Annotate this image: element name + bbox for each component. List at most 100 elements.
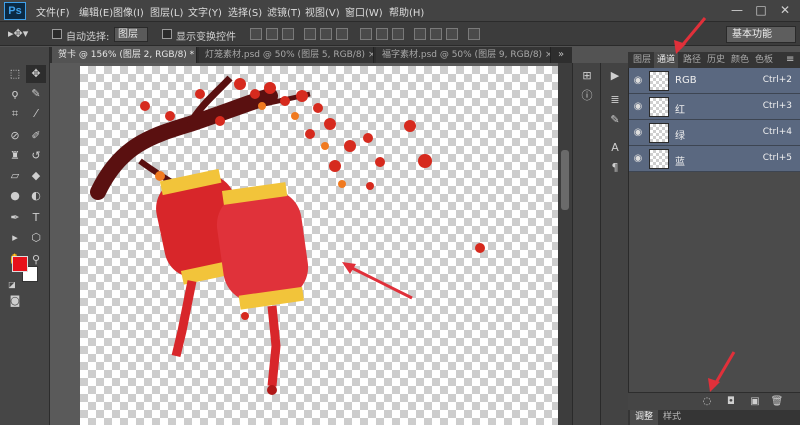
brush-presets-icon[interactable]: ✎ (605, 111, 625, 129)
history-brush-tool-icon[interactable]: ↺ (26, 147, 46, 165)
save-selection-as-channel-icon[interactable]: ◘ (724, 396, 738, 408)
close-tab-icon[interactable]: × (545, 50, 550, 60)
character-icon[interactable]: A (605, 139, 625, 157)
crop-tool-icon[interactable]: ⌗ (5, 105, 25, 123)
bottom-panel-tab-bar: 调整 样式 (628, 410, 800, 425)
tab-history[interactable]: 历史 (704, 52, 728, 68)
maximize-icon[interactable]: □ (750, 2, 772, 18)
menu-view[interactable]: 视图(V) (305, 4, 340, 19)
channel-row-red[interactable]: ◉ 红 Ctrl+3 (629, 94, 800, 120)
menu-type[interactable]: 文字(Y) (188, 4, 222, 19)
channel-row-rgb[interactable]: ◉ RGB Ctrl+2 (629, 68, 800, 94)
dodge-tool-icon[interactable]: ◐ (26, 187, 46, 205)
align-top-icon[interactable] (250, 28, 262, 40)
type-tool-icon[interactable]: T (26, 209, 46, 227)
distribute-right-icon[interactable] (446, 28, 458, 40)
quick-mask-icon[interactable]: ◙ (5, 292, 25, 310)
doc-tab-fu-character[interactable]: 福字素材.psd @ 50% (图层 9, RGB/8) × (376, 47, 551, 63)
info-icon[interactable]: ⓘ (577, 87, 597, 105)
load-channel-as-selection-icon[interactable]: ◌ (700, 396, 714, 408)
channel-row-green[interactable]: ◉ 绿 Ctrl+4 (629, 120, 800, 146)
doc-tab-title: 福字素材.psd @ 50% (图层 9, RGB/8) (382, 50, 543, 60)
align-vcenter-icon[interactable] (266, 28, 278, 40)
menu-window[interactable]: 窗口(W) (345, 4, 383, 19)
distribute-hcenter-icon[interactable] (430, 28, 442, 40)
move-tool-icon[interactable]: ✥ (26, 65, 46, 83)
menu-help[interactable]: 帮助(H) (389, 4, 424, 19)
tab-adjustments[interactable]: 调整 (630, 410, 659, 425)
menu-image[interactable]: 图像(I) (113, 4, 144, 19)
auto-align-icon[interactable] (468, 28, 480, 40)
close-icon[interactable]: ✕ (774, 2, 796, 18)
workspace-dropdown[interactable]: 基本功能 (726, 26, 796, 43)
vertical-scrollbar-thumb[interactable] (561, 150, 569, 210)
distribute-left-icon[interactable] (414, 28, 426, 40)
foreground-color-swatch[interactable] (12, 256, 28, 272)
close-tab-icon[interactable]: × (368, 50, 373, 60)
pen-tool-icon[interactable]: ✒ (5, 209, 25, 227)
move-tool-preset-icon[interactable]: ▸✥▾ (8, 27, 28, 40)
align-hcenter-icon[interactable] (320, 28, 332, 40)
visibility-eye-icon[interactable]: ◉ (632, 75, 644, 87)
minimize-icon[interactable]: — (726, 2, 748, 18)
lasso-tool-icon[interactable]: ϙ (5, 85, 25, 103)
document-canvas[interactable] (80, 66, 558, 425)
tab-color[interactable]: 颜色 (728, 52, 752, 68)
distribute-vcenter-icon[interactable] (376, 28, 388, 40)
doc-tab-greeting-card[interactable]: 贺卡 @ 156% (图层 2, RGB/8) * × (52, 47, 197, 63)
eyedropper-tool-icon[interactable]: ⁄ (26, 105, 46, 123)
menu-select[interactable]: 选择(S) (228, 4, 262, 19)
paragraph-icon[interactable]: ¶ (605, 159, 625, 177)
channel-thumbnail (649, 97, 669, 117)
tab-channels[interactable]: 通道 (654, 52, 679, 68)
auto-select-dropdown[interactable]: 图层 (114, 27, 148, 42)
clone-stamp-tool-icon[interactable]: ♜ (5, 147, 25, 165)
align-left-icon[interactable] (304, 28, 316, 40)
quick-select-tool-icon[interactable]: ✎ (26, 85, 46, 103)
tab-swatches[interactable]: 色板 (752, 52, 776, 68)
path-select-tool-icon[interactable]: ▸ (5, 229, 25, 247)
photoshop-logo: Ps (4, 2, 26, 20)
menu-edit[interactable]: 编辑(E) (79, 4, 113, 19)
menu-layer[interactable]: 图层(L) (150, 4, 183, 19)
history-icon[interactable]: ≣ (605, 91, 625, 109)
delete-channel-icon[interactable]: 🗑 (770, 396, 784, 408)
channels-panel-footer: ◌ ◘ ▣ 🗑 (628, 392, 800, 410)
tab-paths[interactable]: 路径 (680, 52, 704, 68)
brush-tool-icon[interactable]: ✐ (26, 127, 46, 145)
distribute-bottom-icon[interactable] (392, 28, 404, 40)
align-right-icon[interactable] (336, 28, 348, 40)
panel-icon-strip-2: ▶ ≣ ✎ A ¶ (600, 63, 628, 425)
show-transform-label: 显示变换控件 (176, 32, 236, 43)
visibility-eye-icon[interactable]: ◉ (632, 127, 644, 139)
auto-select-checkbox[interactable] (52, 29, 62, 39)
shape-tool-icon[interactable]: ⬡ (26, 229, 46, 247)
more-tabs-icon[interactable]: » (558, 49, 564, 60)
visibility-eye-icon[interactable]: ◉ (632, 153, 644, 165)
paint-bucket-tool-icon[interactable]: ◆ (26, 167, 46, 185)
document-tab-bar: 贺卡 @ 156% (图层 2, RGB/8) * × 灯笼素材.psd @ 5… (50, 47, 572, 63)
panel-menu-icon[interactable]: ≡ (786, 54, 794, 65)
vertical-scrollbar[interactable] (558, 63, 572, 425)
new-channel-icon[interactable]: ▣ (748, 396, 762, 408)
healing-brush-tool-icon[interactable]: ⊘ (5, 127, 25, 145)
show-transform-checkbox[interactable] (162, 29, 172, 39)
align-bottom-icon[interactable] (282, 28, 294, 40)
menu-filter[interactable]: 滤镜(T) (267, 4, 301, 19)
menu-file[interactable]: 文件(F) (36, 4, 70, 19)
collapse-icon[interactable]: ⊞ (577, 67, 597, 85)
tab-layers[interactable]: 图层 (630, 52, 654, 68)
blur-tool-icon[interactable]: ● (5, 187, 25, 205)
distribute-top-icon[interactable] (360, 28, 372, 40)
play-action-icon[interactable]: ▶ (605, 67, 625, 85)
default-colors-icon[interactable]: ◪ (5, 280, 19, 290)
eraser-tool-icon[interactable]: ▱ (5, 167, 25, 185)
channel-thumbnail (649, 71, 669, 91)
tab-styles[interactable]: 样式 (658, 410, 686, 425)
visibility-eye-icon[interactable]: ◉ (632, 101, 644, 113)
options-bar: ▸✥▾ 自动选择: 图层 显示变换控件 (0, 22, 800, 46)
marquee-tool-icon[interactable]: ⬚ (5, 65, 25, 83)
doc-tab-lantern[interactable]: 灯笼素材.psd @ 50% (图层 5, RGB/8) × (199, 47, 374, 63)
toolbox: ⬚ ✥ ϙ ✎ ⌗ ⁄ ⊘ ✐ ♜ ↺ ▱ ◆ ● ◐ ✒ T ▸ ⬡ ✋ ⚲ (0, 47, 50, 425)
channel-row-blue[interactable]: ◉ 蓝 Ctrl+5 (629, 146, 800, 172)
